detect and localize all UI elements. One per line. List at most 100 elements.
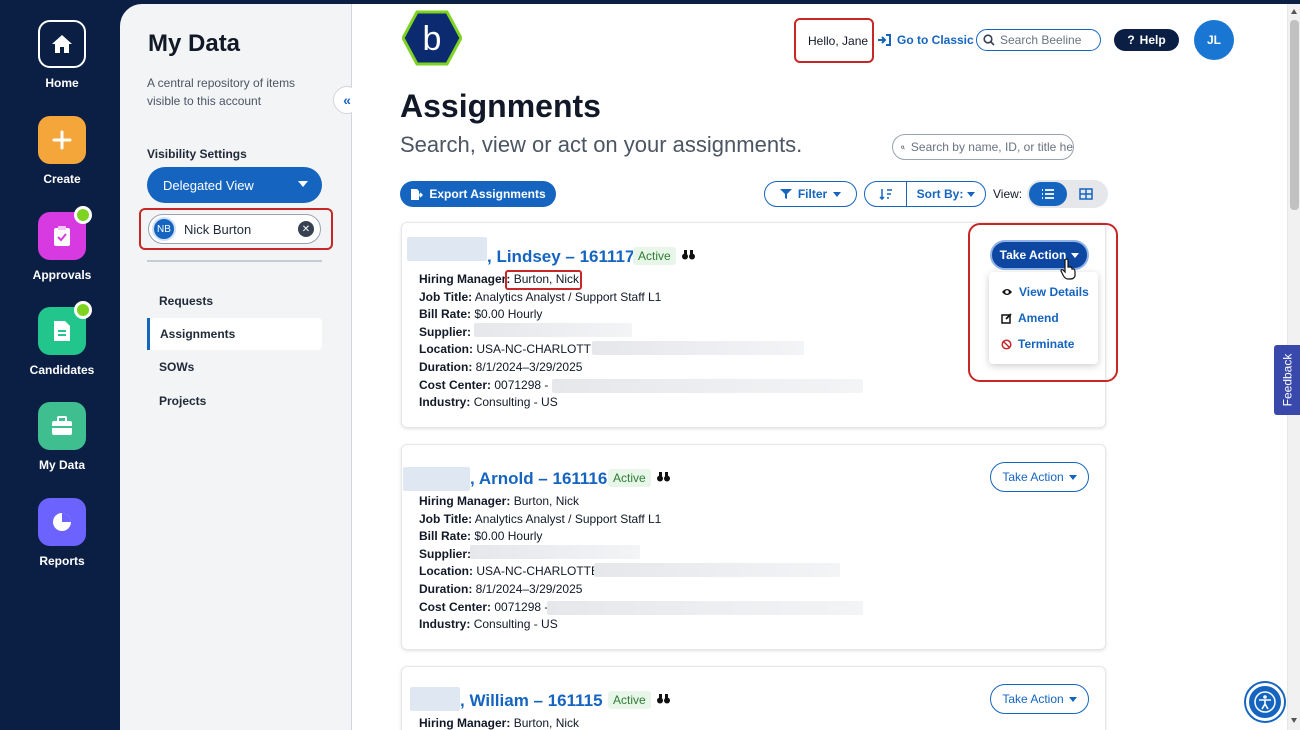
delegate-avatar: NB — [152, 217, 176, 241]
accessibility-button[interactable] — [1246, 683, 1284, 721]
take-action-label: Take Action — [1002, 692, 1064, 706]
job-title-value: Analytics Analyst / Support Staff L1 — [474, 511, 662, 526]
assignment-name-link[interactable]: , Lindsey – 161117 — [487, 247, 634, 267]
field-label: Hiring Manager: — [419, 272, 511, 286]
rail-item-approvals[interactable]: Approvals — [2, 206, 122, 282]
cost-center-value: 0071298 - 8 — [494, 377, 559, 392]
redacted-text — [552, 379, 863, 393]
global-search-input[interactable]: Search Beeline — [976, 29, 1101, 51]
assignment-card: , William – 161115 Active Hiring Manager… — [401, 666, 1106, 730]
go-to-classic-link[interactable]: Go to Classic — [877, 33, 974, 47]
my-data-sidebar: My Data A central repository of items vi… — [120, 4, 361, 730]
filter-icon — [779, 189, 792, 199]
field-row: Industry: Consulting - US — [419, 394, 661, 412]
menu-item-label: View Details — [1019, 285, 1089, 299]
help-button[interactable]: ? Help — [1114, 29, 1179, 51]
notification-dot — [74, 206, 92, 224]
table-icon — [1079, 188, 1093, 200]
greeting: Hello, Jane — [808, 34, 869, 48]
redacted-text — [592, 341, 804, 355]
assignment-details: Hiring Manager: Burton, Nick — [419, 715, 579, 730]
edit-icon — [1001, 312, 1012, 324]
export-file-icon — [411, 188, 424, 200]
sidebar-item-requests[interactable]: Requests — [147, 285, 322, 317]
assignment-search-placeholder: Search by name, ID, or title he — [910, 140, 1073, 154]
job-title-value: Analytics Analyst / Support Staff L1 — [474, 289, 662, 304]
field-label: Location: — [419, 342, 473, 357]
take-action-button[interactable]: Take Action — [990, 684, 1089, 714]
menu-item-view-details[interactable]: View Details — [1001, 285, 1089, 299]
binoculars-icon[interactable] — [657, 471, 670, 485]
redacted-name — [407, 237, 487, 261]
highlight-box — [505, 270, 582, 290]
sort-by-label: Sort By: — [916, 187, 964, 201]
list-view-button[interactable] — [1029, 182, 1067, 206]
location-value: USA-NC-CHARLOTTE-1 — [476, 564, 610, 579]
assignment-name-link[interactable]: , Arnold – 161116 — [470, 469, 607, 489]
scroll-down-icon[interactable] — [1291, 718, 1297, 723]
rail-item-my-data[interactable]: My Data — [2, 402, 122, 472]
field-label: Hiring Manager: — [419, 494, 511, 508]
scroll-up-icon[interactable] — [1291, 9, 1297, 14]
rail-item-reports[interactable]: Reports — [2, 498, 122, 568]
take-action-button[interactable]: Take Action — [990, 462, 1089, 492]
menu-item-label: Amend — [1018, 311, 1059, 325]
sidebar-item-assignments[interactable]: Assignments — [147, 318, 322, 350]
redacted-name — [403, 467, 470, 491]
caret-down-icon — [1068, 474, 1077, 480]
cost-center-value: 0071298 - — [494, 599, 549, 614]
delegate-chip[interactable]: NB Nick Burton ✕ — [148, 214, 321, 244]
grid-view-button[interactable] — [1067, 182, 1105, 206]
assignment-search-input[interactable]: Search by name, ID, or title he — [892, 134, 1074, 160]
page-title: Assignments — [400, 88, 601, 124]
take-action-label: Take Action — [1002, 470, 1064, 484]
rail-label: Candidates — [29, 363, 95, 377]
field-row: Job Title: Analytics Analyst / Support S… — [419, 511, 661, 529]
redacted-text — [547, 601, 863, 615]
sidebar-item-sows[interactable]: SOWs — [147, 351, 322, 383]
sidebar-description: A central repository of items visible to… — [147, 76, 296, 108]
menu-item-terminate[interactable]: Terminate — [1001, 337, 1074, 351]
assignment-name-link[interactable]: , William – 161115 — [460, 691, 603, 711]
redacted-text — [474, 323, 632, 337]
export-assignments-button[interactable]: Export Assignments — [400, 181, 556, 207]
remove-delegate-icon[interactable]: ✕ — [298, 221, 314, 237]
sort-by-button[interactable]: Sort By: — [907, 187, 985, 201]
pie-chart-icon — [38, 498, 86, 546]
menu-item-amend[interactable]: Amend — [1001, 311, 1059, 325]
binoculars-icon[interactable] — [657, 693, 670, 707]
list-icon — [1042, 189, 1054, 199]
location-value: USA-NC-CHARLOTTE-1 — [476, 342, 610, 357]
user-avatar[interactable]: JL — [1194, 20, 1234, 60]
caret-down-icon — [1068, 696, 1077, 702]
field-label: Duration: — [419, 581, 473, 596]
document-icon — [38, 301, 92, 355]
sort-direction-button[interactable] — [865, 182, 907, 206]
app-window: Home Create Approvals Candidates My Data… — [0, 0, 1300, 730]
scrollbar-thumb[interactable] — [1290, 20, 1299, 210]
rail-item-home[interactable]: Home — [2, 20, 122, 90]
filter-button[interactable]: Filter — [764, 181, 857, 207]
feedback-tab[interactable]: Feedback — [1274, 345, 1300, 415]
home-icon — [38, 20, 86, 68]
redacted-name — [410, 687, 460, 711]
rail-item-candidates[interactable]: Candidates — [2, 301, 122, 377]
sort-icon — [878, 189, 892, 200]
rail-item-create[interactable]: Create — [2, 116, 122, 186]
status-badge: Active — [608, 469, 651, 487]
sidebar-item-projects[interactable]: Projects — [147, 385, 322, 417]
view-select[interactable]: Delegated View — [147, 167, 322, 203]
hand-cursor-icon — [1060, 258, 1076, 280]
binoculars-icon[interactable] — [682, 249, 695, 263]
view-label: View: — [993, 187, 1023, 201]
field-row: Job Title: Analytics Analyst / Support S… — [419, 289, 661, 307]
redacted-text — [470, 545, 640, 559]
field-label: Cost Center: — [419, 599, 492, 614]
menu-item-label: Terminate — [1018, 337, 1075, 351]
beeline-logo[interactable]: b — [402, 10, 462, 66]
hiring-manager-value: Burton, Nick — [513, 716, 580, 730]
ban-icon — [1001, 338, 1012, 350]
filter-label: Filter — [797, 187, 828, 201]
caret-down-icon — [833, 191, 842, 197]
help-label: Help — [1139, 33, 1166, 47]
